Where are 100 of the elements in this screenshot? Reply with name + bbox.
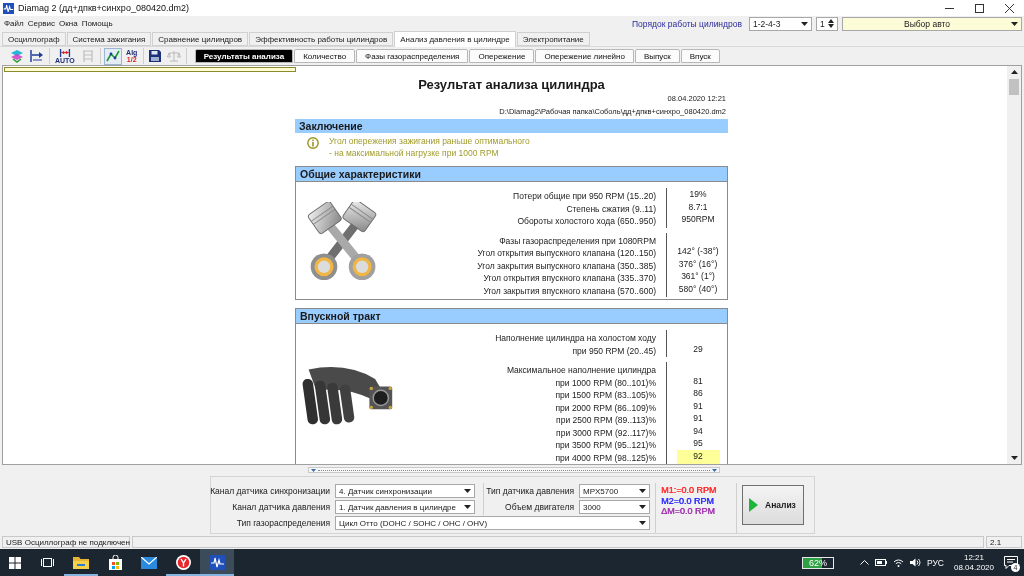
caret-icon: [712, 468, 717, 472]
row-label: Угол закрытия выпускного клапана (350..385): [477, 260, 656, 271]
envelope-icon: [141, 556, 157, 569]
folder-icon: [73, 556, 89, 569]
tab[interactable]: Система зажигания: [66, 32, 152, 46]
caret-icon: [1011, 21, 1018, 26]
wifi-icon: [892, 558, 904, 567]
browser-logo-icon: [175, 555, 191, 570]
chart-tool-button[interactable]: [103, 47, 122, 65]
info-icon: [307, 137, 319, 149]
row-value: 95: [693, 437, 703, 450]
scales-icon: [166, 50, 181, 62]
caret-icon: [311, 468, 316, 472]
taskbar-app[interactable]: [200, 549, 234, 576]
battery-icon: [874, 559, 887, 566]
row-value: 950RPM: [681, 213, 715, 226]
engine-volume-dropdown[interactable]: 3000: [579, 500, 650, 514]
connection-status: USB Осциллограф не подключен: [6, 537, 130, 547]
timing-type-dropdown[interactable]: Цикл Отто (DOHC / SOHC / OHC / OHV): [335, 516, 650, 530]
row-value: 19%: [689, 188, 707, 201]
analyze-button[interactable]: Анализ: [742, 485, 804, 525]
caret-icon: [639, 489, 646, 493]
tab[interactable]: Сравнение цилиндров: [152, 32, 249, 46]
row-value: 29: [693, 342, 703, 356]
row-label: при 2500 RPM (89..113)%: [556, 415, 656, 425]
caret-icon: [801, 21, 808, 26]
windows-logo-icon: [9, 556, 21, 569]
close-icon: [1004, 3, 1014, 13]
field-label: Канал датчика давления: [232, 502, 331, 512]
scrollbar[interactable]: [1007, 66, 1021, 464]
row-value: 8.7:1: [688, 200, 708, 214]
spinner-arrows-icon: [828, 19, 834, 28]
row-label: при 1500 RPM (83..105)%: [555, 390, 656, 400]
row-label: при 2000 RPM (86..109)%: [555, 402, 656, 413]
cylinder-spinner[interactable]: 1: [816, 16, 838, 31]
sub-tab[interactable]: Опережение линейно: [535, 49, 634, 63]
row-label: при 4000 RPM (98..125)%: [555, 452, 656, 463]
tab[interactable]: Анализ давления в цилиндре: [394, 31, 516, 47]
waveform-app-icon: [209, 555, 225, 570]
conclusion-line: - на максимальной нагрузке при 1000 RPM: [329, 147, 499, 159]
save-tool-button[interactable]: [146, 47, 163, 65]
layers-icon: [10, 49, 24, 63]
minimize-icon: [944, 7, 954, 9]
section-header: Впускной тракт: [296, 309, 727, 324]
chevron-up-icon: [859, 560, 869, 565]
sub-tab[interactable]: Опережение: [469, 49, 535, 63]
row-label: Степень сжатия (9..11): [566, 203, 656, 214]
row-value: 86: [693, 387, 703, 400]
menu-item[interactable]: Окна: [57, 17, 80, 30]
sub-tab[interactable]: Фазы газораспределения: [356, 49, 469, 63]
row-value: 376° (16°): [678, 257, 718, 271]
sub-tab[interactable]: Выпуск: [634, 49, 680, 63]
caret-icon: [464, 489, 471, 493]
marker-reading: M2=0.0 RPM: [661, 495, 715, 506]
ladder-icon: [80, 49, 95, 63]
sub-tab[interactable]: Результаты анализа: [194, 49, 294, 63]
row-label: Угол закрытия впускного клапана (570..600): [483, 285, 656, 296]
window-title: Diamag 2 (дд+дпкв+синхро_080420.dm2): [18, 3, 189, 13]
row-value: 580° (40°): [678, 282, 718, 296]
field-label: Объем двигателя: [505, 502, 575, 512]
splitter-handle[interactable]: [308, 467, 720, 473]
scrollbar-thumb[interactable]: [1009, 79, 1019, 95]
line-chart-icon: [105, 50, 120, 62]
row-value: 94: [693, 424, 703, 438]
menu-item[interactable]: Помощь: [79, 17, 115, 30]
field-label: Тип газораспределения: [236, 518, 331, 528]
menu-item[interactable]: Сервис: [25, 17, 58, 30]
row-label: Потери общие при 950 RPM (15..20): [513, 191, 656, 201]
maximize-icon: [974, 3, 984, 13]
row-value: 91: [693, 399, 703, 413]
field-label: Канал датчика синхронизации: [210, 486, 331, 496]
row-label: Обороты холостого хода (650..950): [517, 216, 656, 226]
menu-item[interactable]: Файл: [2, 17, 26, 30]
sync-channel-dropdown[interactable]: 4. Датчик синхронизации: [335, 484, 475, 498]
row-label: Фазы газораспределения при 1080RPM: [499, 235, 656, 246]
shopping-bag-icon: [107, 555, 123, 570]
language-indicator[interactable]: РУС: [924, 552, 946, 573]
arrow-right-icon: [30, 50, 44, 62]
pressure-channel-dropdown[interactable]: 1. Датчик давления в цилиндре: [335, 500, 475, 514]
section-header: Заключение: [295, 119, 728, 133]
speaker-icon: [909, 558, 921, 567]
tab[interactable]: Электропитание: [516, 32, 590, 46]
field-label: Тип датчика давления: [486, 486, 575, 496]
caret-icon: [464, 505, 471, 509]
clock[interactable]: 12:21 08.04.2020: [947, 552, 1000, 573]
speech-bubble-icon: [1004, 556, 1018, 569]
sub-tab[interactable]: Впуск: [680, 49, 720, 63]
caret-icon: [639, 505, 646, 509]
sub-tab[interactable]: Количество: [294, 49, 356, 63]
cylinder-order-dropdown[interactable]: 1-2-4-3: [749, 16, 812, 31]
caret-icon: [1010, 70, 1018, 74]
tab[interactable]: Осциллограф: [2, 32, 66, 46]
report-title: Результат анализа цилиндра: [418, 77, 605, 93]
car-select-dropdown[interactable]: Выбор авто: [842, 16, 1022, 31]
row-label: при 3000 RPM (92..117)%: [556, 427, 656, 438]
tab[interactable]: Эффективность работы цилиндров: [249, 32, 394, 46]
cylinder-order-label: Порядок работы цилиндров: [632, 18, 742, 29]
sensor-type-dropdown[interactable]: MPX5700: [579, 484, 650, 498]
row-label: Наполнение цилиндра на холостом ходу: [495, 333, 656, 343]
row-label: Максимальное наполнение цилиндра: [506, 365, 656, 375]
